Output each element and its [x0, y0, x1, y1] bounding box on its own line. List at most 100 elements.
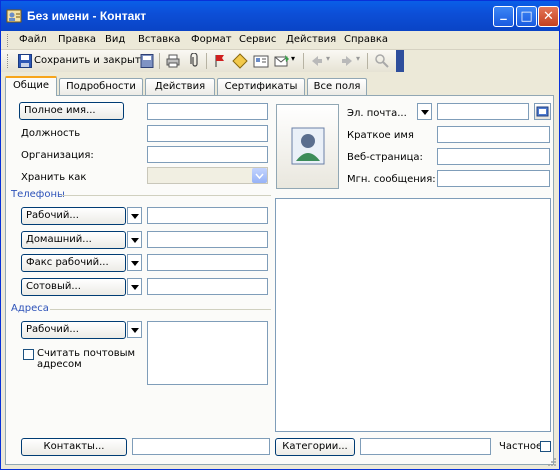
mailing-address-checkbox[interactable]	[23, 349, 34, 360]
contact-window: Без имени - Контакт _ □ ✕ Файл Правка Ви…	[0, 0, 560, 470]
close-button[interactable]: ✕	[538, 6, 559, 27]
menu-actions[interactable]: Действия	[286, 34, 336, 45]
menu-tools[interactable]: Сервис	[239, 34, 276, 45]
menu-bar: Файл Правка Вид Вставка Формат Сервис Де…	[1, 31, 559, 50]
job-title-label: Должность	[21, 128, 81, 139]
web-page-field[interactable]	[437, 148, 550, 165]
dropdown-arrow-icon[interactable]: ▾	[326, 54, 330, 63]
home-phone-button[interactable]: Домашний...	[21, 231, 126, 249]
minimize-icon: _	[500, 6, 507, 21]
toolbar-separator	[303, 53, 304, 69]
maximize-button[interactable]: □	[516, 6, 537, 27]
file-as-combobox[interactable]	[147, 167, 268, 184]
categories-icon[interactable]	[232, 53, 248, 69]
find-icon[interactable]	[374, 53, 390, 69]
company-label: Организация:	[21, 150, 94, 161]
tab-certificates[interactable]: Сертификаты	[217, 78, 305, 95]
home-phone-field[interactable]	[147, 231, 268, 248]
minimize-button[interactable]: _	[493, 6, 514, 27]
private-checkbox[interactable]	[540, 441, 551, 452]
im-address-label: Мгн. сообщения:	[347, 174, 436, 185]
mailing-address-label: Считать почтовым адресом	[37, 348, 136, 370]
previous-item-icon[interactable]	[309, 53, 325, 69]
display-as-field[interactable]	[437, 126, 550, 143]
address-group-label: Адреса	[11, 303, 49, 314]
web-page-label: Веб-страница:	[347, 152, 423, 163]
standard-toolbar: Сохранить и закрыть ▾ ▾ ▾	[1, 50, 404, 72]
menu-format[interactable]: Формат	[191, 34, 232, 45]
paperclip-icon[interactable]	[187, 53, 203, 69]
full-name-button[interactable]: Полное имя...	[19, 102, 124, 120]
tab-activities[interactable]: Действия	[145, 78, 215, 95]
email-field[interactable]	[437, 103, 529, 120]
phones-group-divider	[61, 195, 271, 196]
toolbar-separator	[367, 53, 368, 69]
tab-all-fields[interactable]: Все поля	[307, 78, 367, 95]
menu-insert[interactable]: Вставка	[138, 34, 180, 45]
save-as-icon[interactable]	[139, 53, 155, 69]
toolbar-separator	[206, 53, 207, 69]
categories-field[interactable]	[360, 438, 491, 455]
address-type-dropdown[interactable]	[127, 321, 142, 338]
job-title-field[interactable]	[147, 125, 268, 142]
next-item-icon[interactable]	[339, 53, 355, 69]
tab-details[interactable]: Подробности	[59, 78, 143, 95]
contacts-field[interactable]	[132, 438, 270, 455]
address-book-button[interactable]	[534, 103, 551, 120]
categories-button[interactable]: Категории...	[275, 438, 355, 456]
business-fax-field[interactable]	[147, 254, 268, 271]
business-phone-field[interactable]	[147, 207, 268, 224]
chevron-down-icon	[255, 173, 264, 179]
tab-general[interactable]: Общие	[5, 76, 57, 96]
mobile-phone-field[interactable]	[147, 278, 268, 295]
address-group-divider	[50, 309, 271, 310]
save-and-close-button[interactable]: Сохранить и закрыть	[34, 55, 147, 66]
title-bar[interactable]: Без имени - Контакт _ □ ✕	[1, 1, 559, 31]
menu-view[interactable]: Вид	[105, 34, 125, 45]
contacts-button[interactable]: Контакты...	[21, 438, 127, 456]
flag-icon[interactable]	[212, 53, 228, 69]
window-title: Без имени - Контакт	[27, 9, 147, 23]
maximize-icon: □	[520, 9, 533, 24]
mobile-phone-dropdown[interactable]	[127, 278, 142, 295]
business-phone-button[interactable]: Рабочий...	[21, 207, 126, 225]
business-fax-button[interactable]: Факс рабочий...	[21, 254, 126, 272]
business-phone-dropdown[interactable]	[127, 207, 142, 224]
address-field[interactable]	[147, 321, 268, 385]
menu-file[interactable]: Файл	[19, 34, 47, 45]
dropdown-arrow-icon[interactable]: ▾	[356, 54, 360, 63]
company-field[interactable]	[147, 146, 268, 163]
toolbar-options-button[interactable]	[396, 50, 404, 72]
print-icon[interactable]	[165, 53, 181, 69]
notes-textarea[interactable]	[275, 198, 551, 432]
address-book-icon	[536, 106, 549, 117]
email-button[interactable]: Эл. почта...	[347, 108, 407, 119]
resize-grip-icon[interactable]	[547, 457, 557, 467]
email-type-dropdown[interactable]	[417, 103, 432, 120]
display-as-label: Краткое имя	[347, 130, 414, 141]
menu-help[interactable]: Справка	[344, 34, 388, 45]
contact-photo-button[interactable]	[276, 104, 339, 189]
full-name-field[interactable]	[147, 103, 268, 120]
business-address-button[interactable]: Рабочий...	[21, 321, 126, 339]
im-address-field[interactable]	[437, 170, 550, 187]
contact-card-icon[interactable]	[253, 53, 269, 69]
new-message-to-contact-icon[interactable]	[274, 53, 290, 69]
close-icon: ✕	[543, 9, 554, 24]
business-fax-dropdown[interactable]	[127, 254, 142, 271]
toolbar-grip[interactable]	[7, 54, 11, 68]
general-tab-panel: Полное имя... Должность Организация: Хра…	[5, 95, 554, 465]
mobile-phone-button[interactable]: Сотовый...	[21, 278, 126, 296]
file-as-dropdown-button[interactable]	[252, 168, 267, 183]
private-label: Частное	[499, 441, 543, 452]
home-phone-dropdown[interactable]	[127, 231, 142, 248]
menu-edit[interactable]: Правка	[58, 34, 96, 45]
contact-photo-icon	[291, 127, 325, 165]
toolbar-separator	[159, 53, 160, 69]
contact-card-icon	[6, 9, 22, 23]
menubar-grip[interactable]	[7, 34, 11, 47]
phones-group-label: Телефоны	[11, 189, 65, 200]
floppy-icon[interactable]	[17, 53, 33, 69]
file-as-label: Хранить как	[21, 172, 87, 183]
dropdown-arrow-icon[interactable]: ▾	[291, 54, 295, 63]
